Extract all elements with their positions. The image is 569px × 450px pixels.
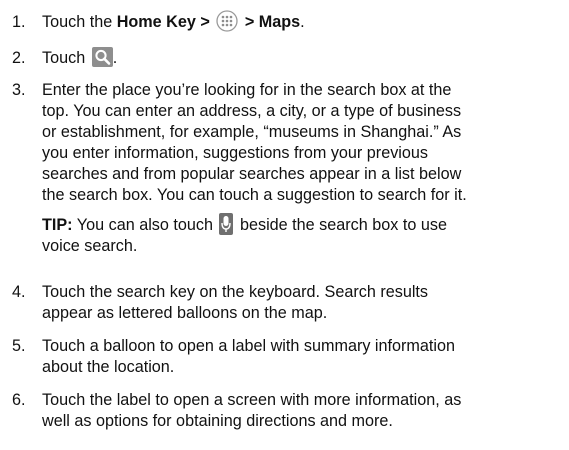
step-line: or establishment, for example, “museums …: [42, 123, 462, 141]
step-body: Touch the search key on the keyboard. Se…: [42, 282, 560, 324]
step-line: top. You can enter an address, a city, o…: [42, 102, 462, 120]
step-line: Touch the search key on the keyboard. Se…: [42, 283, 429, 301]
maps-label: >: [240, 13, 259, 31]
step-line: Touch the label to open a screen with mo…: [42, 391, 462, 409]
step-body: Touch the Home Key > > Maps.: [42, 10, 560, 33]
step-line: Touch a balloon to open a label with sum…: [42, 337, 456, 355]
step-line: the search box. You can touch a suggesti…: [42, 186, 467, 204]
maps-label: Maps: [258, 13, 301, 31]
step-number: 6.: [12, 391, 26, 409]
step-line: appear as lettered balloons on the map.: [42, 304, 328, 322]
step-text: Touch the: [42, 13, 117, 31]
step-number: 3.: [12, 81, 26, 99]
step-line: Enter the place you’re looking for in th…: [42, 81, 452, 99]
step-body: Touch .: [42, 46, 560, 69]
step-period: .: [300, 13, 305, 31]
instruction-page: 1. Touch the Home Key > > Maps. 2. Touch: [0, 0, 569, 450]
step-number: 5.: [12, 337, 26, 355]
microphone-icon: [219, 212, 234, 235]
tip-label: TIP:: [42, 216, 73, 234]
step-text: Touch: [42, 49, 90, 67]
apps-grid-icon: [216, 10, 238, 32]
tip-line: voice search.: [42, 237, 138, 255]
step-number: 4.: [12, 283, 26, 301]
tip-text: beside the search box to use: [235, 216, 447, 234]
step-period: .: [112, 49, 118, 67]
step-line: well as options for obtaining directions…: [42, 412, 393, 430]
step-number: 2.: [12, 49, 26, 67]
tip-note: TIP: You can also touch beside the searc…: [42, 212, 560, 236]
step-body: Enter the place you’re looking for in th…: [42, 80, 560, 257]
step-line: about the location.: [42, 358, 175, 376]
step-line: searches and from popular searches appea…: [42, 165, 462, 183]
search-icon: [91, 46, 113, 67]
step-body: Touch the label to open a screen with mo…: [42, 390, 560, 432]
step-body: Touch a balloon to open a label with sum…: [42, 336, 560, 378]
step-number: 1.: [12, 13, 26, 31]
tip-text: You can also touch: [72, 216, 218, 234]
step-line: you enter information, suggestions from …: [42, 144, 428, 162]
home-key-label: Home Key >: [116, 13, 210, 31]
